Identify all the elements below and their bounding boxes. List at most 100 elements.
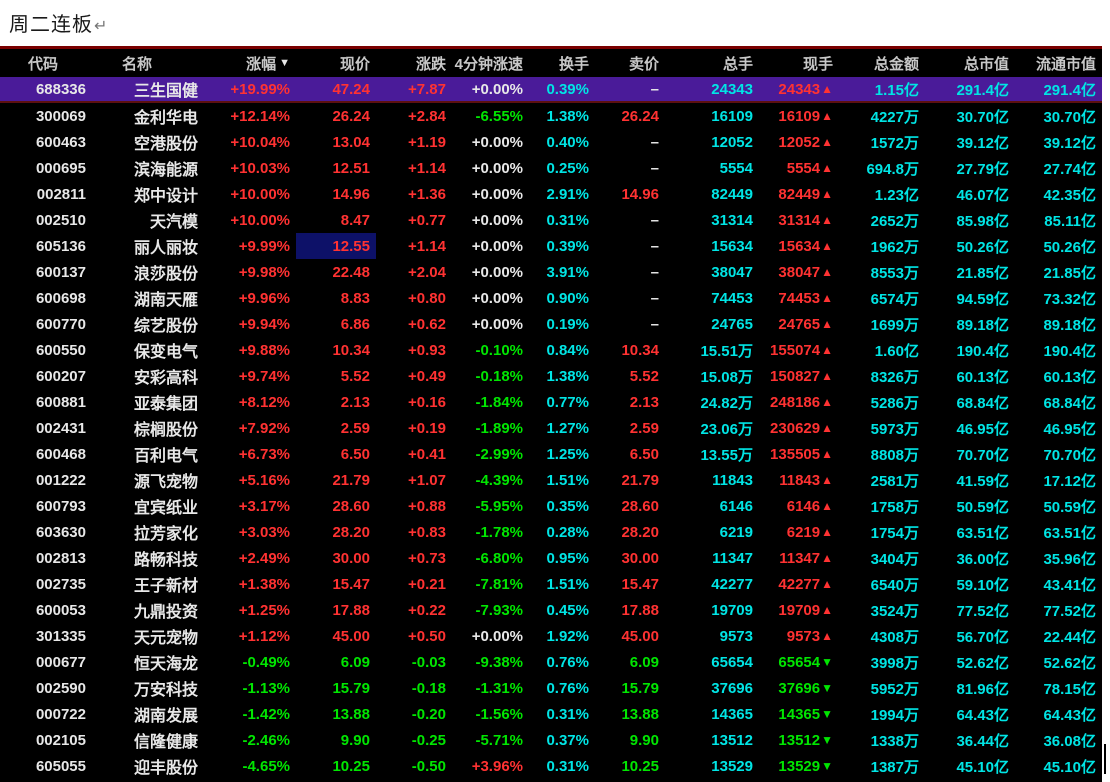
cell-value: 26.24	[332, 107, 370, 125]
table-row[interactable]: 600053 九鼎投资 +1.25% 17.88 +0.22 -7.93% 0.45% 17.…	[0, 597, 1102, 623]
down-arrow-icon: ▼	[821, 655, 833, 669]
table-row[interactable]: 002735 王子新材 +1.38% 15.47 +0.21 -7.81% 1.51% 15.…	[0, 571, 1102, 597]
cell-value: 27.79亿	[956, 160, 1009, 178]
cell-mktcap: 39.12亿	[925, 129, 1015, 155]
table-row[interactable]: 603630 拉芳家化 +3.03% 28.20 +0.83 -1.78% 0.28% 28.…	[0, 519, 1102, 545]
cell-value: 85.98亿	[956, 212, 1009, 230]
cell-value: 81.96亿	[956, 680, 1009, 698]
table-row[interactable]: 600770 综艺股份 +9.94% 6.86 +0.62 +0.00% 0.19% – 247…	[0, 311, 1102, 337]
table-row[interactable]: 002105 信隆健康 -2.46% 9.90 -0.25 -5.71% 0.37% 9.90…	[0, 727, 1102, 753]
column-header-turnover[interactable]: 换手	[529, 49, 595, 77]
cell-value: 九鼎投资	[133, 604, 198, 621]
column-header-amount[interactable]: 总金额	[839, 49, 925, 77]
column-header-name[interactable]: 名称	[92, 49, 204, 77]
cell-value: +0.77	[408, 211, 446, 229]
cell-value: 天汽模	[149, 214, 198, 231]
cell-name: 万安科技	[92, 675, 204, 701]
cell-value: +0.50	[408, 627, 446, 645]
cell-value: 26.24	[621, 107, 659, 125]
cell-turnover: 0.39%	[529, 233, 595, 259]
table-row[interactable]: 605136 丽人丽妆 +9.99% 12.55 +1.14 +0.00% 0.39% – 15…	[0, 233, 1102, 259]
table-row[interactable]: 000695 滨海能源 +10.03% 12.51 +1.14 +0.00% 0.25% – 5…	[0, 155, 1102, 181]
cell-value: 50.59亿	[956, 498, 1009, 516]
cell-value: 50.26亿	[956, 238, 1009, 256]
up-arrow-icon: ▲	[821, 265, 833, 279]
cell-speed: +0.00%	[452, 129, 529, 155]
cell-mktcap: 50.26亿	[925, 233, 1015, 259]
cell-value: 0.90%	[546, 289, 589, 307]
cell-amount: 1387万	[839, 753, 925, 779]
column-header-mktcap[interactable]: 总市值	[925, 49, 1015, 77]
table-row[interactable]: 301335 天元宠物 +1.12% 45.00 +0.50 +0.00% 1.92% 45.…	[0, 623, 1102, 649]
column-header-code[interactable]: 代码	[0, 49, 92, 77]
table-row[interactable]: 600137 浪莎股份 +9.98% 22.48 +2.04 +0.00% 3.91% – 38…	[0, 259, 1102, 285]
cell-value: 89.18亿	[956, 316, 1009, 334]
cell-value: 45.10亿	[956, 758, 1009, 776]
table-row[interactable]: 600550 保变电气 +9.88% 10.34 +0.93 -0.10% 0.84% 10.…	[0, 337, 1102, 363]
table-row[interactable]: 600463 空港股份 +10.04% 13.04 +1.19 +0.00% 0.40% – 1…	[0, 129, 1102, 155]
cell-speed: +0.00%	[452, 233, 529, 259]
up-arrow-icon: ▲	[821, 161, 833, 175]
table-row[interactable]: 000722 湖南发展 -1.42% 13.88 -0.20 -1.56% 0.31% 13.…	[0, 701, 1102, 727]
cell-value: 5.52	[629, 367, 659, 385]
cell-value: +19.99%	[230, 80, 290, 98]
table-row[interactable]: 001222 源飞宠物 +5.16% 21.79 +1.07 -4.39% 1.51% 21.…	[0, 467, 1102, 493]
table-row[interactable]: 002590 万安科技 -1.13% 15.79 -0.18 -1.31% 0.76% 15.…	[0, 675, 1102, 701]
cell-ask: –	[595, 129, 665, 155]
table-row[interactable]: 600698 湖南天雁 +9.96% 8.83 +0.80 +0.00% 0.90% – 744…	[0, 285, 1102, 311]
table-row[interactable]: 002813 路畅科技 +2.49% 30.00 +0.73 -6.80% 0.95% 30.…	[0, 545, 1102, 571]
column-header-pct[interactable]: 涨幅 ▼	[204, 49, 296, 77]
table-row[interactable]: 600468 百利电气 +6.73% 6.50 +0.41 -2.99% 1.25% 6.50…	[0, 441, 1102, 467]
column-header-price[interactable]: 现价	[296, 49, 376, 77]
cell-value: 信隆健康	[133, 734, 198, 751]
table-row[interactable]: 000677 恒天海龙 -0.49% 6.09 -0.03 -9.38% 0.76% 6.09…	[0, 649, 1102, 675]
cell-turnover: 0.19%	[529, 311, 595, 337]
cell-value: 拉芳家化	[133, 526, 198, 543]
cell-value: 6574万	[870, 290, 919, 308]
cell-value: 23.06万	[700, 420, 753, 438]
cell-pct: +7.92%	[204, 415, 296, 441]
table-row[interactable]: 002811 郑中设计 +10.00% 14.96 +1.36 +0.00% 2.91% 14…	[0, 181, 1102, 207]
cell-amount: 4308万	[839, 623, 925, 649]
cell-code: 600770	[0, 311, 92, 337]
column-header-current[interactable]: 现手	[759, 49, 839, 77]
table-row[interactable]: 300069 金利华电 +12.14% 26.24 +2.84 -6.55% 1.38% 26…	[0, 103, 1102, 129]
cell-value: 155074	[770, 341, 821, 359]
table-row[interactable]: 600207 安彩高科 +9.74% 5.52 +0.49 -0.18% 1.38% 5.52…	[0, 363, 1102, 389]
table-row[interactable]: 002510 天汽模 +10.00% 8.47 +0.77 +0.00% 0.31% – 313…	[0, 207, 1102, 233]
cell-value: –	[650, 263, 659, 281]
cell-ask: 2.59	[595, 415, 665, 441]
table-row[interactable]: 600881 亚泰集团 +8.12% 2.13 +0.16 -1.84% 0.77% 2.13…	[0, 389, 1102, 415]
cell-current: 11843 ▲	[759, 467, 839, 493]
cell-value: 6.09	[629, 653, 659, 671]
cell-value: 68.84亿	[1043, 394, 1096, 412]
cell-value: 13.55万	[700, 446, 753, 464]
cell-speed: -7.93%	[452, 597, 529, 623]
cell-value: 3524万	[870, 602, 919, 620]
table-row[interactable]: 002431 棕榈股份 +7.92% 2.59 +0.19 -1.89% 1.27% 2.59…	[0, 415, 1102, 441]
cell-chg: -0.50	[376, 753, 452, 779]
column-header-floatcap[interactable]: 流通市值	[1015, 49, 1102, 77]
cell-floatcap: 35.96亿	[1015, 545, 1102, 571]
cell-value: 46.95亿	[1043, 420, 1096, 438]
table-row[interactable]: 688336 三生国健 +19.99% 47.24 +7.87 +0.00% 0.39% – 2…	[0, 77, 1102, 103]
cell-name: 拉芳家化	[92, 519, 204, 545]
column-header-chg[interactable]: 涨跌	[376, 49, 452, 77]
cell-value: 002590	[35, 679, 86, 697]
table-row[interactable]: 605055 迎丰股份 -4.65% 10.25 -0.50 +3.96% 0.31% 10.…	[0, 753, 1102, 779]
cell-speed: -9.38%	[452, 649, 529, 675]
cell-value: 0.45%	[546, 601, 589, 619]
cell-current: 9573 ▲	[759, 623, 839, 649]
column-header-volume[interactable]: 总手	[665, 49, 759, 77]
table-row[interactable]: 600793 宜宾纸业 +3.17% 28.60 +0.88 -5.95% 0.35% 28.…	[0, 493, 1102, 519]
cell-speed: +0.00%	[452, 77, 529, 101]
cell-ask: –	[595, 259, 665, 285]
up-arrow-icon: ▲	[821, 421, 833, 435]
cell-value: +9.88%	[238, 341, 290, 359]
column-header-speed[interactable]: 4分钟涨速	[452, 49, 529, 77]
cell-value: 10.34	[621, 341, 659, 359]
column-header-ask[interactable]: 卖价	[595, 49, 665, 77]
cell-mktcap: 85.98亿	[925, 207, 1015, 233]
cell-value: 45.00	[332, 627, 370, 645]
cell-value: 605136	[35, 237, 86, 255]
